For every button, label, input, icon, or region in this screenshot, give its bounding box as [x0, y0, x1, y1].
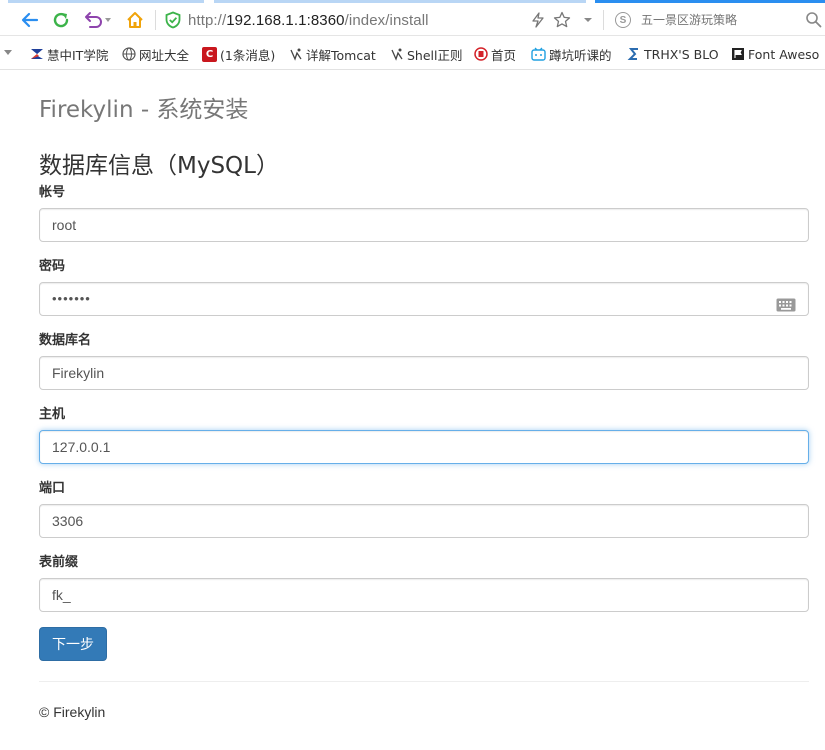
separator	[155, 10, 156, 30]
home-logo-icon	[473, 47, 488, 62]
refresh-button[interactable]	[49, 8, 73, 32]
star-icon[interactable]	[552, 10, 572, 30]
bookmark-label: 慧中IT学院	[47, 47, 109, 63]
footer-copyright: © Firekylin	[39, 704, 106, 720]
tab-inactive[interactable]	[214, 0, 586, 3]
bookmark-label: 详解Tomcat	[306, 47, 376, 63]
url-path: /index/install	[344, 11, 429, 29]
bookmark-item[interactable]: 首页	[473, 45, 516, 63]
bookmark-item[interactable]: 网址大全	[121, 45, 189, 63]
url-host: 192.168.1.1:8360	[226, 11, 345, 29]
account-group: 帐号 root	[39, 184, 809, 242]
separator	[603, 10, 604, 30]
prefix-input[interactable]: fk_	[39, 578, 809, 612]
address-bar[interactable]: http://192.168.1.1:8360/index/install	[188, 11, 429, 29]
bilibili-icon	[531, 47, 546, 62]
bookmark-label: (1条消息)	[220, 47, 276, 63]
tab-active[interactable]	[8, 0, 204, 3]
refresh-icon	[53, 12, 69, 28]
tab-highlight[interactable]	[595, 0, 825, 3]
search-input[interactable]	[641, 13, 801, 27]
csdn-icon: C	[202, 46, 217, 62]
bookmarks-bar: 慧中IT学院 网址大全 C (1条消息) 详解Tomcat Shell正则 首页…	[0, 37, 825, 70]
host-label: 主机	[39, 407, 66, 422]
bookmark-item[interactable]: Font Aweso	[730, 45, 819, 63]
prefix-group: 表前缀 fk_	[39, 554, 809, 612]
bookmark-icon	[288, 47, 303, 62]
host-group: 主机 127.0.0.1	[39, 406, 809, 464]
password-input[interactable]: •••••••	[39, 282, 809, 316]
bookmark-label: TRHX'S BLO	[644, 46, 719, 62]
password-group: 密码 •••••••	[39, 258, 809, 316]
bookmark-item[interactable]: Shell正则	[389, 45, 463, 63]
undo-close-tab-button[interactable]	[82, 8, 114, 32]
trhx-icon	[626, 47, 641, 62]
flag-icon	[730, 47, 745, 62]
bookmark-label: 蹲坑听课的	[549, 47, 612, 63]
navigation-bar: http://192.168.1.1:8360/index/install S	[0, 4, 825, 36]
bookmark-label: Font Aweso	[748, 46, 820, 62]
search-box[interactable]: S	[605, 8, 825, 32]
port-label: 端口	[39, 481, 66, 496]
host-input[interactable]: 127.0.0.1	[39, 430, 809, 464]
bookmark-item[interactable]: TRHX'S BLO	[626, 45, 719, 63]
home-icon	[127, 12, 143, 28]
divider	[39, 681, 809, 682]
bookmarks-menu-icon[interactable]	[4, 50, 12, 55]
port-input[interactable]: 3306	[39, 504, 809, 538]
search-engine-icon[interactable]: S	[615, 12, 631, 28]
keyboard-icon[interactable]	[776, 292, 796, 324]
app-title: Firekylin - 系统安装	[39, 97, 249, 123]
database-label: 数据库名	[39, 333, 92, 348]
next-step-button[interactable]: 下一步	[39, 627, 107, 661]
undo-icon	[85, 12, 111, 28]
bookmark-label: Shell正则	[407, 47, 463, 63]
bookmark-icon	[389, 47, 404, 62]
section-title: 数据库信息（MySQL）	[39, 153, 279, 179]
bookmark-label: 首页	[491, 47, 517, 63]
back-button[interactable]	[18, 8, 42, 32]
bookmark-item[interactable]: C (1条消息)	[202, 45, 275, 63]
lightning-icon[interactable]	[528, 10, 548, 30]
home-button[interactable]	[123, 8, 147, 32]
hzit-icon	[29, 47, 44, 62]
prefix-label: 表前缀	[39, 555, 79, 570]
port-group: 端口 3306	[39, 480, 809, 538]
globe-icon	[121, 47, 136, 62]
dropdown-icon[interactable]	[578, 10, 598, 30]
url-scheme: http://	[188, 11, 227, 29]
secure-shield-icon[interactable]	[163, 10, 183, 30]
search-icon[interactable]	[805, 11, 822, 33]
password-value: •••••••	[52, 291, 91, 306]
bookmark-item[interactable]: 蹲坑听课的	[531, 45, 612, 63]
account-input[interactable]: root	[39, 208, 809, 242]
database-input[interactable]: Firekylin	[39, 356, 809, 390]
back-arrow-icon	[21, 12, 39, 28]
password-label: 密码	[39, 259, 66, 274]
database-group: 数据库名 Firekylin	[39, 332, 809, 390]
bookmark-item[interactable]: 慧中IT学院	[29, 45, 108, 63]
bookmark-item[interactable]: 详解Tomcat	[288, 45, 376, 63]
bookmark-label: 网址大全	[139, 47, 190, 63]
account-label: 帐号	[39, 185, 66, 200]
